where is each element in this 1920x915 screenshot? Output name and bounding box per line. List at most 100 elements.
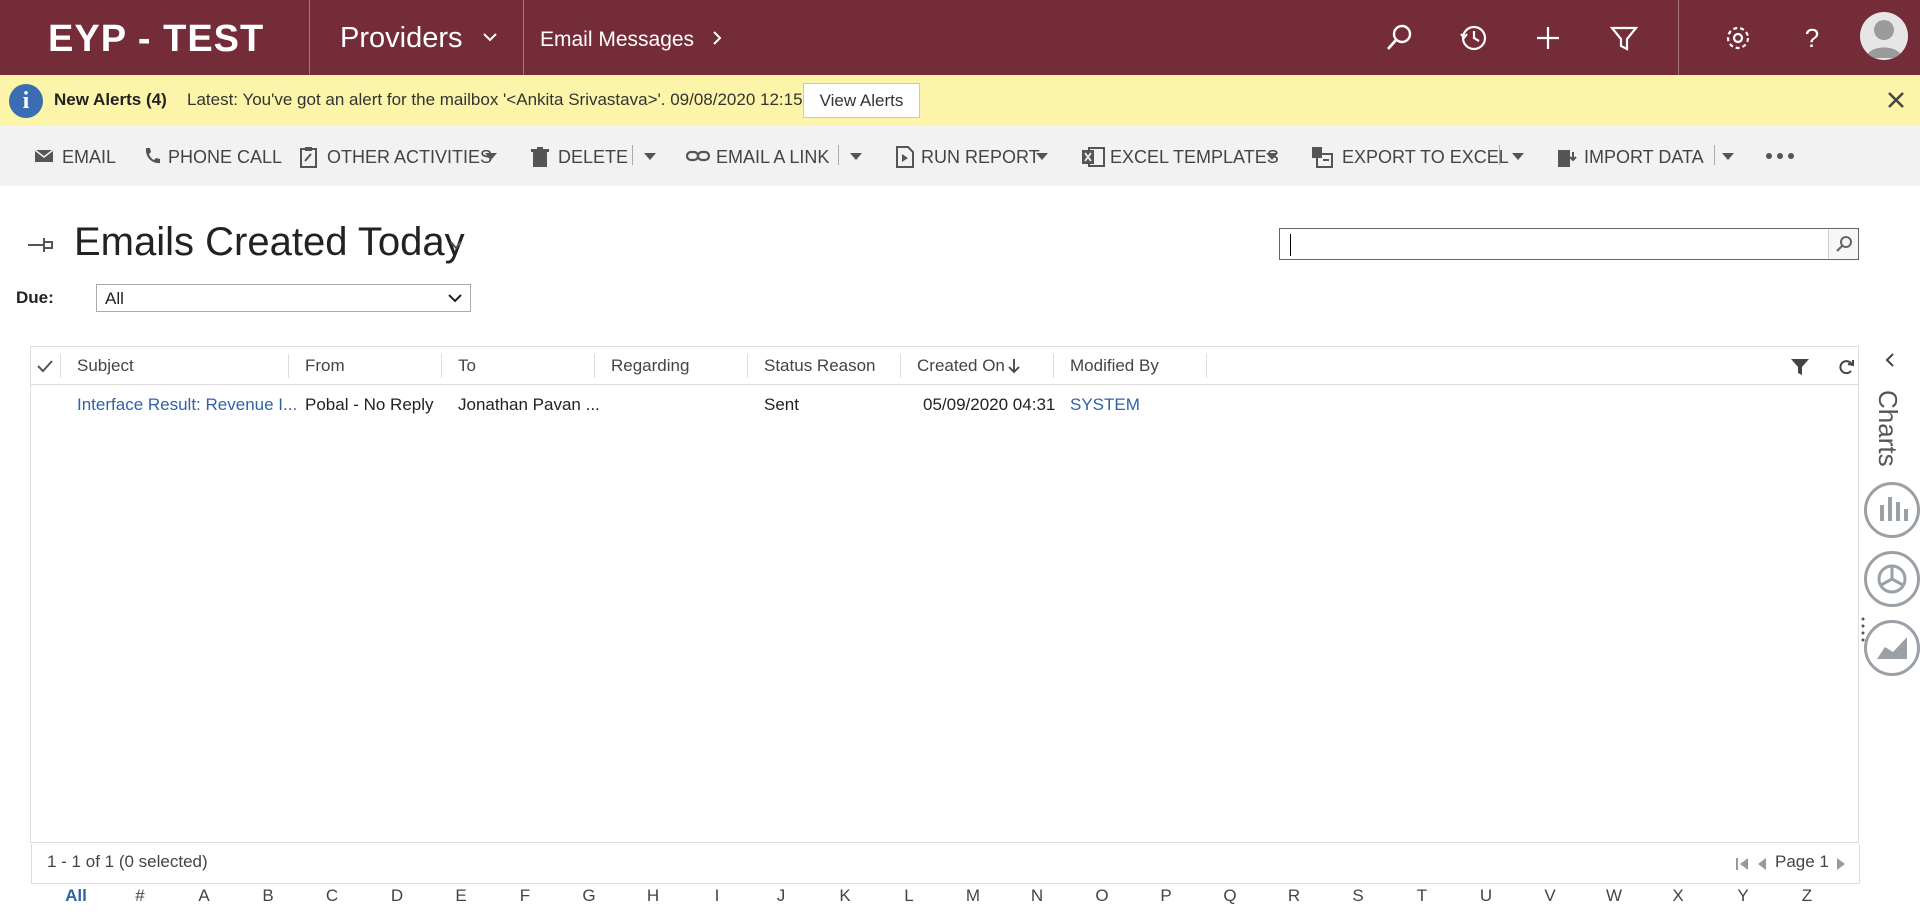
chevron-down-icon[interactable] [482,29,498,45]
refresh-icon[interactable] [1837,358,1855,376]
jump-letter[interactable]: L [889,886,929,906]
column-header-status-reason[interactable]: Status Reason [764,347,876,385]
import-dropdown-icon[interactable] [1722,153,1734,160]
view-title[interactable]: Emails Created Today [74,220,465,265]
email-link-dropdown-icon[interactable] [850,153,862,160]
dropdown-caret-icon [485,153,497,160]
jump-letter[interactable]: B [248,886,288,906]
jump-letter[interactable]: K [825,886,865,906]
sort-descending-icon [1008,359,1020,374]
excel-icon [1082,147,1105,167]
cell-modified-by-link[interactable]: SYSTEM [1070,385,1140,425]
chevron-right-icon[interactable] [710,30,724,46]
search-icon [1836,236,1852,252]
filter-icon[interactable] [1790,358,1810,376]
jump-letter[interactable]: S [1338,886,1378,906]
command-divider [632,145,633,165]
view-alerts-button[interactable]: View Alerts [803,83,920,118]
entity-breadcrumb[interactable]: Email Messages [540,0,694,75]
trash-icon [531,147,549,167]
avatar[interactable] [1860,12,1908,60]
search-icon[interactable] [1383,22,1415,54]
chevron-down-icon[interactable] [448,238,464,252]
page-number: Page 1 [1775,852,1829,871]
pin-icon[interactable] [26,234,54,256]
column-header-created-on[interactable]: Created On [917,347,1020,385]
alert-bar: i New Alerts (4) Latest: You've got an a… [0,75,1920,126]
help-icon[interactable]: ? [1796,22,1828,54]
column-divider[interactable] [594,354,595,378]
select-all-checkbox-icon[interactable] [35,357,55,375]
column-divider[interactable] [900,354,901,378]
jump-letter[interactable]: R [1274,886,1314,906]
previous-page-icon[interactable] [1756,857,1768,871]
jump-letter[interactable]: W [1594,886,1634,906]
jump-letter[interactable]: C [312,886,352,906]
jump-letter[interactable]: O [1082,886,1122,906]
pie-chart-icon[interactable] [1864,551,1920,607]
filter-icon[interactable] [1608,22,1640,54]
column-header-regarding[interactable]: Regarding [611,347,689,385]
column-divider[interactable] [1206,354,1207,378]
jump-letter[interactable]: A [184,886,224,906]
cell-created-on: 05/09/2020 04:31 [923,395,1056,414]
close-icon[interactable] [1883,87,1909,113]
column-divider[interactable] [441,354,442,378]
jump-letter[interactable]: Y [1723,886,1763,906]
text-cursor [1290,234,1291,256]
cell-to: Jonathan Pavan ... [458,395,600,414]
chevron-left-icon[interactable] [1884,352,1896,368]
jump-letter[interactable]: G [569,886,609,906]
command-divider [1499,145,1500,165]
jump-letter[interactable]: T [1402,886,1442,906]
column-header-modified-by[interactable]: Modified By [1070,347,1159,385]
table-row[interactable]: Interface Result: Revenue I... Pobal - N… [31,385,1858,425]
search-button[interactable] [1828,229,1858,259]
gear-icon[interactable] [1722,22,1754,54]
area-chart-icon[interactable] [1864,620,1920,676]
first-page-icon[interactable] [1735,857,1751,871]
jump-letter[interactable]: J [761,886,801,906]
delete-dropdown-icon[interactable] [644,153,656,160]
recent-history-icon[interactable] [1458,22,1490,54]
jump-letter[interactable]: F [505,886,545,906]
column-divider[interactable] [747,354,748,378]
jump-letter[interactable]: M [953,886,993,906]
area-selector[interactable]: Providers [340,0,463,75]
jump-letter[interactable]: H [633,886,673,906]
column-divider[interactable] [1053,354,1054,378]
jump-letter[interactable]: I [697,886,737,906]
charts-panel-label[interactable]: Charts [1872,390,1903,467]
more-icon[interactable] [1765,152,1795,160]
alert-title: New Alerts (4) [54,90,167,109]
jump-letter[interactable]: U [1466,886,1506,906]
command-bar: EMAIL PHONE CALL OTHER ACTIVITIES DELETE… [0,126,1920,186]
jump-letter[interactable]: # [120,886,160,906]
column-header-from[interactable]: From [305,347,345,385]
jump-letter[interactable]: Q [1210,886,1250,906]
due-filter-select[interactable]: All [96,284,471,312]
dropdown-caret-icon [1266,153,1278,160]
plus-icon[interactable] [1532,22,1564,54]
column-header-to[interactable]: To [458,347,476,385]
jump-letter[interactable]: X [1658,886,1698,906]
column-divider[interactable] [288,354,289,378]
jump-letter[interactable]: V [1530,886,1570,906]
column-header-subject[interactable]: Subject [77,347,134,385]
jump-letter[interactable]: Z [1787,886,1827,906]
nav-divider [523,0,524,75]
jump-letter[interactable]: All [56,886,96,906]
next-page-icon[interactable] [1835,857,1847,871]
jump-letter[interactable]: E [441,886,481,906]
export-dropdown-icon[interactable] [1512,153,1524,160]
bar-chart-icon[interactable] [1864,482,1920,538]
jump-letter[interactable]: D [377,886,417,906]
jump-letter[interactable]: N [1017,886,1057,906]
app-brand[interactable]: EYP - TEST [48,0,264,75]
jump-letter[interactable]: P [1146,886,1186,906]
record-count: 1 - 1 of 1 (0 selected) [47,852,208,871]
due-selected-value: All [105,289,124,308]
link-icon [686,150,710,162]
cell-subject-link[interactable]: Interface Result: Revenue I... [77,385,297,425]
search-input[interactable] [1279,228,1859,260]
